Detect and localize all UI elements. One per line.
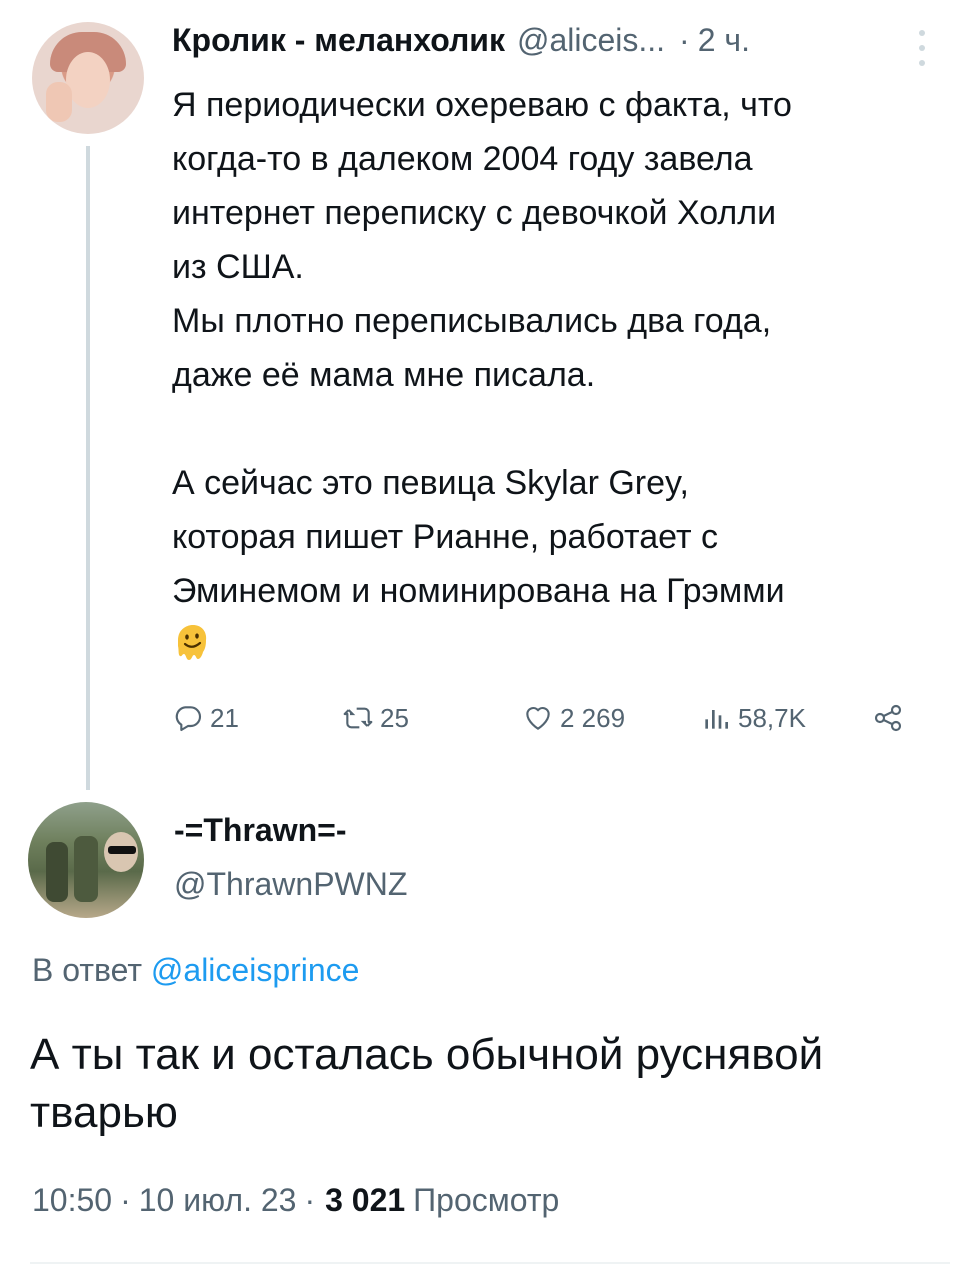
author-avatar[interactable]: [32, 22, 144, 134]
melting-face-emoji-icon: [178, 625, 207, 660]
retweet-count: 25: [380, 702, 409, 733]
tweet-text-line: Эминемом и номинирована на Грэмми: [172, 572, 785, 610]
reply-author-name[interactable]: -=Thrawn=-: [174, 812, 346, 849]
reply-text-line: А ты так и осталась обычной руснявой: [30, 1030, 824, 1079]
like-count: 2 269: [560, 702, 626, 733]
meta-separator: ·: [304, 1182, 316, 1218]
tweet-text-line: интернет переписку с девочкой Холли: [172, 194, 777, 232]
reply-author-handle[interactable]: @ThrawnPWNZ: [174, 866, 407, 903]
tweet-text-line: Я периодически охереваю с факта, что: [172, 86, 792, 124]
reply-to-mention-link[interactable]: @aliceisprince: [151, 952, 360, 988]
reply-text-line: тварью: [30, 1088, 178, 1137]
like-icon: [526, 706, 550, 730]
author-name[interactable]: Кролик - меланхолик: [172, 22, 505, 59]
avatar-figure-shape: [46, 842, 68, 902]
reply-date[interactable]: 10 июл. 23: [139, 1182, 297, 1219]
reply-time[interactable]: 10:50: [32, 1182, 112, 1219]
views-button[interactable]: 58,7K: [700, 696, 806, 740]
more-icon[interactable]: [916, 30, 928, 66]
reply-button[interactable]: 21: [172, 696, 239, 740]
tweet-text-line: когда-то в далеком 2004 году завела: [172, 140, 753, 178]
avatar-face-shape: [66, 52, 110, 108]
tweet-actions-bar: 21 25 2 269 58,7K: [172, 696, 932, 740]
tweet-text-line: из США.: [172, 248, 304, 286]
reply-count: 21: [210, 702, 239, 733]
tweet-text: Я периодически охереваю с факта, что ког…: [172, 78, 952, 672]
divider: [30, 1262, 950, 1264]
share-icon: [874, 704, 902, 732]
retweet-button[interactable]: 25: [342, 696, 409, 740]
reply-views-label: Просмотр: [413, 1182, 560, 1218]
tweet-text-line: А сейчас это певица Skylar Grey,: [172, 464, 689, 502]
avatar-glasses-shape: [108, 846, 136, 854]
like-button[interactable]: 2 269: [522, 696, 625, 740]
reply-meta: 10:50 · 10 июл. 23 · 3 021 Просмотр: [32, 1182, 559, 1219]
reply-author-avatar[interactable]: [28, 802, 144, 918]
author-handle[interactable]: @aliceis...: [517, 22, 665, 59]
reply-views-count: 3 021: [325, 1182, 406, 1218]
share-button[interactable]: [872, 696, 910, 740]
thread-connector-line: [86, 146, 90, 790]
views-count: 58,7K: [738, 702, 806, 733]
reply-icon: [175, 706, 202, 732]
avatar-hand-shape: [46, 82, 72, 122]
views-icon: [705, 710, 728, 729]
tweet-time[interactable]: 2 ч.: [698, 22, 750, 59]
tweet-text-line: которая пишет Рианне, работает с: [172, 518, 718, 556]
tweet-text-line: Мы плотно переписывались два года,: [172, 302, 772, 340]
tweet-header: Кролик - меланхолик @aliceis... · 2 ч.: [172, 22, 750, 70]
tweet-text-line: даже её мама мне писала.: [172, 356, 596, 394]
retweet-icon: [343, 707, 373, 729]
avatar-figure-shape: [74, 836, 98, 902]
original-tweet[interactable]: Кролик - меланхолик @aliceis... · 2 ч. Я…: [0, 0, 980, 800]
reply-text: А ты так и осталась обычной руснявой тва…: [30, 1026, 950, 1142]
reply-to-prefix: В ответ: [32, 952, 143, 988]
reply-to-line: В ответ @aliceisprince: [32, 952, 359, 989]
meta-separator: ·: [120, 1182, 131, 1218]
tweet-time-separator: ·: [679, 22, 690, 58]
